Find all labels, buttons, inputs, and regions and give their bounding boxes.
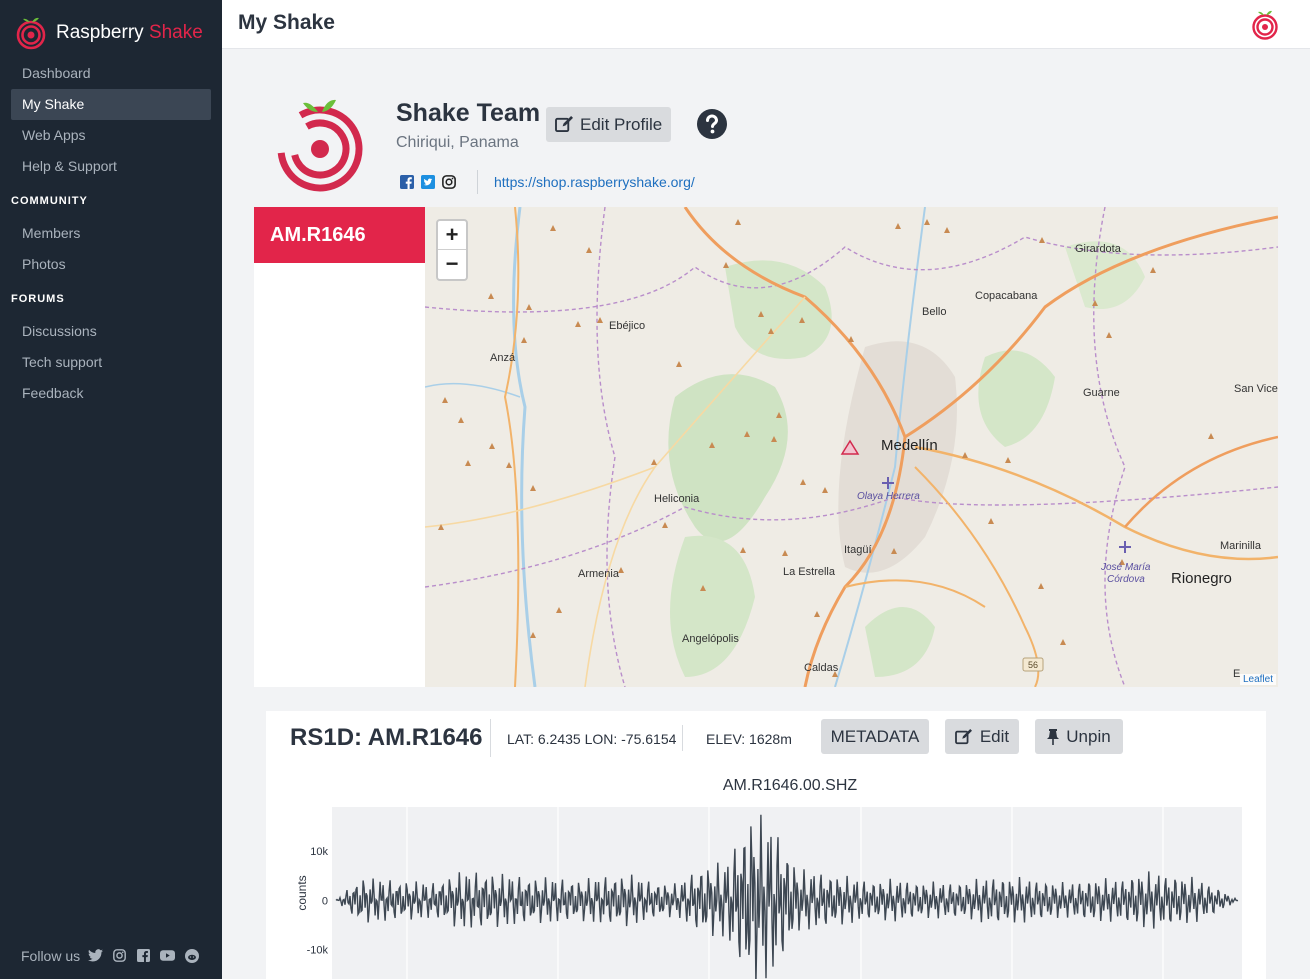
brand[interactable]: Raspberry Shake bbox=[14, 14, 203, 52]
edit-profile-button[interactable]: Edit Profile bbox=[546, 107, 671, 142]
twitter-icon[interactable] bbox=[87, 947, 104, 964]
nav-item-dashboard[interactable]: Dashboard bbox=[11, 58, 211, 89]
nav-section-community: COMMUNITY bbox=[11, 195, 88, 207]
nav-forums: Discussions Tech support Feedback bbox=[11, 316, 211, 409]
edit-station-button[interactable]: Edit bbox=[945, 719, 1019, 754]
station-coordinates: LAT: 6.2435 LON: -75.6154 bbox=[507, 731, 677, 747]
nav-item-members[interactable]: Members bbox=[11, 218, 211, 249]
profile-location: Chiriqui, Panama bbox=[396, 134, 519, 151]
map-label-ebejico: Ebéjico bbox=[609, 320, 646, 332]
pin-icon bbox=[1047, 728, 1060, 745]
unpin-button[interactable]: Unpin bbox=[1035, 719, 1123, 754]
follow-label: Follow us bbox=[21, 947, 81, 964]
edit-icon bbox=[954, 728, 972, 744]
station-title: RS1D: AM.R1646 bbox=[290, 724, 483, 751]
facebook-icon[interactable] bbox=[135, 947, 152, 964]
seismogram-chart[interactable]: counts 10k 0 -10k bbox=[286, 805, 1246, 979]
facebook-icon[interactable] bbox=[400, 175, 414, 189]
map-label-girardota: Girardota bbox=[1075, 243, 1121, 255]
station-map[interactable]: 56 + − Girardota Copacabana Bello Ebéjic… bbox=[425, 207, 1278, 687]
map-label-san-vice: San Vice bbox=[1234, 383, 1278, 395]
zoom-in-button[interactable]: + bbox=[438, 221, 466, 250]
reddit-icon[interactable] bbox=[183, 947, 200, 964]
y-tick-label: 10k bbox=[310, 846, 328, 858]
map-label-armenia: Armenia bbox=[578, 568, 619, 580]
map-label-medellin: Medellín bbox=[881, 437, 938, 454]
instagram-icon[interactable] bbox=[111, 947, 128, 964]
map-label-jose-maria: José María bbox=[1101, 562, 1151, 573]
sidebar: Raspberry Shake Dashboard My Shake Web A… bbox=[0, 0, 222, 979]
nav-item-tech-support[interactable]: Tech support bbox=[11, 347, 211, 378]
y-ticks: 10k 0 -10k bbox=[307, 846, 329, 956]
raspberry-shake-logo-icon bbox=[16, 17, 46, 50]
map-zoom-control: + − bbox=[436, 219, 468, 281]
station-list: AM.R1646 bbox=[254, 207, 425, 687]
nav-section-forums: FORUMS bbox=[11, 293, 65, 305]
y-tick-label: -10k bbox=[307, 945, 329, 957]
map-label-olaya-herrera: Olaya Herrera bbox=[857, 491, 920, 502]
profile-social bbox=[400, 175, 456, 189]
top-bar: My Shake bbox=[222, 0, 1310, 49]
station-detail-card: RS1D: AM.R1646 LAT: 6.2435 LON: -75.6154… bbox=[266, 711, 1266, 979]
chart-title: AM.R1646.00.SHZ bbox=[266, 777, 1310, 795]
station-elevation: ELEV: 1628m bbox=[706, 731, 792, 747]
map-label-caldas: Caldas bbox=[804, 662, 839, 674]
divider bbox=[682, 725, 683, 751]
map-label-itagui: Itagüí bbox=[844, 544, 872, 556]
map-label-bello: Bello bbox=[922, 306, 947, 318]
nav-community: Members Photos bbox=[11, 218, 211, 280]
help-icon[interactable] bbox=[697, 109, 727, 139]
road-badge-label: 56 bbox=[1028, 660, 1038, 670]
page-title: My Shake bbox=[238, 11, 335, 34]
map-label-anza: Anzá bbox=[490, 352, 516, 364]
leaflet-attribution-link[interactable]: Leaflet bbox=[1239, 674, 1276, 685]
twitter-icon[interactable] bbox=[421, 175, 435, 189]
edit-label: Edit bbox=[979, 726, 1010, 746]
chart-title-text: AM.R1646.00.SHZ bbox=[722, 777, 858, 794]
map-label-angelopolis: Angelópolis bbox=[682, 633, 739, 645]
nav-main: Dashboard My Shake Web Apps Help & Suppo… bbox=[11, 58, 211, 182]
map-label-copacabana: Copacabana bbox=[975, 290, 1038, 302]
unpin-label: Unpin bbox=[1066, 726, 1111, 746]
divider bbox=[490, 719, 491, 757]
nav-item-help-support[interactable]: Help & Support bbox=[11, 151, 211, 182]
edit-icon bbox=[555, 116, 573, 133]
profile-divider bbox=[477, 170, 478, 194]
nav-item-feedback[interactable]: Feedback bbox=[11, 378, 211, 409]
nav-item-web-apps[interactable]: Web Apps bbox=[11, 120, 211, 151]
map-label-rionegro: Rionegro bbox=[1171, 570, 1232, 587]
profile-name: Shake Team bbox=[396, 99, 541, 127]
nav-item-my-shake[interactable]: My Shake bbox=[11, 89, 211, 120]
metadata-label: METADATA bbox=[830, 726, 920, 746]
map-label-guarne: Guarne bbox=[1083, 387, 1120, 399]
nav-item-photos[interactable]: Photos bbox=[11, 249, 211, 280]
edit-profile-label: Edit Profile bbox=[580, 114, 663, 134]
brand-name: Raspberry Shake bbox=[56, 22, 203, 44]
youtube-icon[interactable] bbox=[159, 947, 176, 964]
profile-avatar-logo-icon bbox=[277, 99, 363, 192]
y-axis-label: counts bbox=[295, 875, 309, 910]
station-tab[interactable]: AM.R1646 bbox=[254, 207, 425, 263]
map-label-heliconia: Heliconia bbox=[654, 493, 700, 505]
map-tiles: 56 bbox=[425, 207, 1278, 687]
nav-item-discussions[interactable]: Discussions bbox=[11, 316, 211, 347]
profile-website-link[interactable]: https://shop.raspberryshake.org/ bbox=[494, 174, 695, 190]
y-tick-label: 0 bbox=[322, 895, 328, 907]
brand-name-main: Raspberry bbox=[56, 22, 144, 43]
map-label-marinilla: Marinilla bbox=[1220, 540, 1261, 552]
map-label-la-estrella: La Estrella bbox=[783, 566, 835, 578]
zoom-out-button[interactable]: − bbox=[438, 250, 466, 279]
map-label-cordova: Córdova bbox=[1107, 574, 1145, 585]
brand-name-accent: Shake bbox=[148, 22, 203, 43]
raspberry-shake-logo-icon[interactable] bbox=[1250, 10, 1280, 40]
instagram-icon[interactable] bbox=[442, 175, 456, 189]
metadata-button[interactable]: METADATA bbox=[821, 719, 929, 754]
follow-us: Follow us bbox=[21, 947, 200, 964]
